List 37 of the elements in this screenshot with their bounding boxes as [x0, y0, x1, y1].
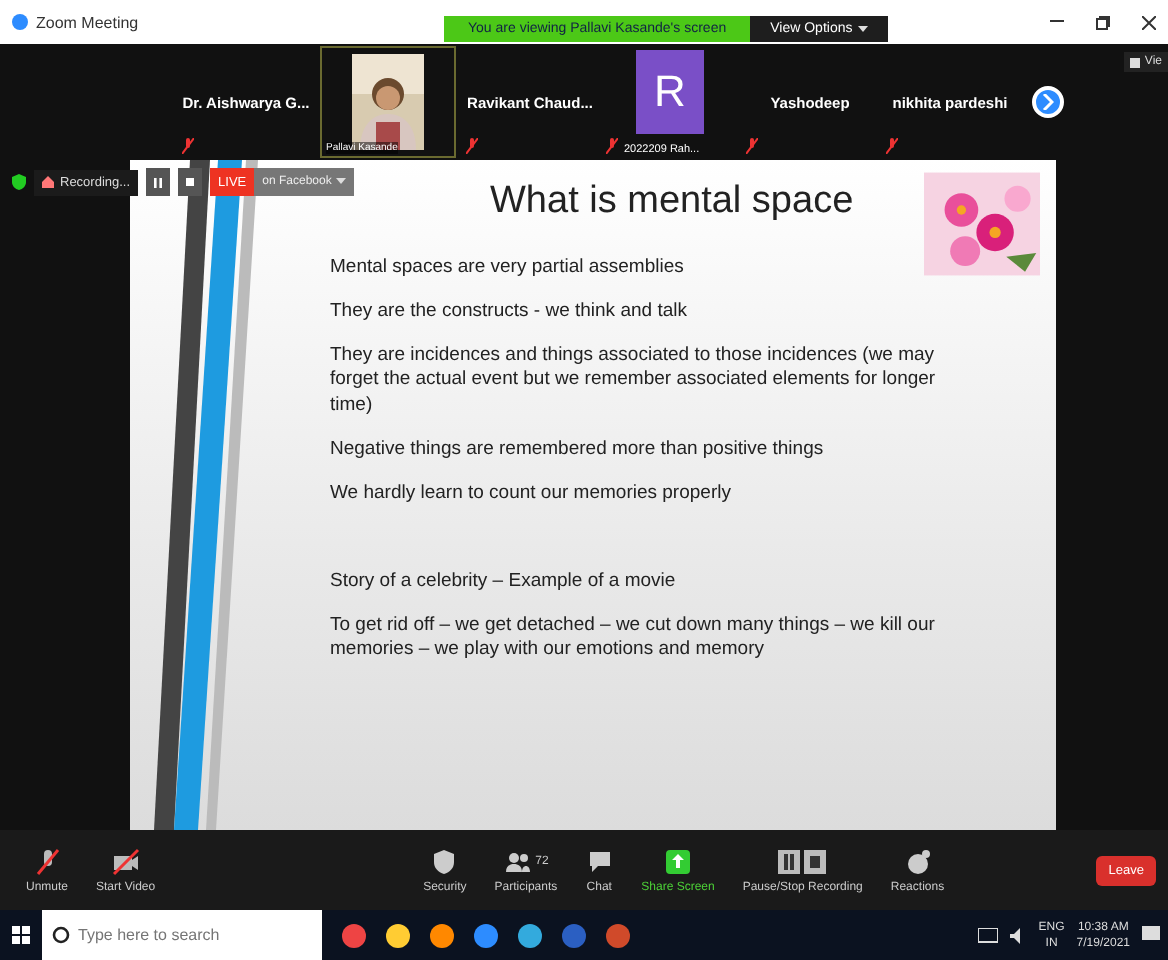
- zoom-logo-icon: [12, 14, 28, 30]
- video-off-icon: [111, 847, 140, 875]
- shield-icon: [12, 174, 26, 190]
- slide-text: Story of a celebrity – Example of a movie: [330, 569, 678, 595]
- windows-logo-icon[interactable]: [12, 926, 30, 944]
- slide-text: Negative things are remembered more than positive things: [330, 438, 826, 464]
- stop-icon: [186, 178, 195, 186]
- close-icon[interactable]: [1142, 15, 1156, 29]
- stop-button[interactable]: [178, 168, 203, 196]
- minimize-icon[interactable]: [1050, 20, 1064, 24]
- chat-icon: [585, 847, 614, 875]
- slide-text: They are the constructs - we think and talk: [330, 299, 689, 326]
- chevron-right-icon: [1042, 94, 1054, 110]
- grid-icon: [1130, 57, 1141, 67]
- caret-icon: [858, 25, 869, 33]
- restore-icon[interactable]: [1096, 15, 1110, 29]
- taskbar-app-icon[interactable]: [386, 923, 410, 947]
- taskbar-app-icon[interactable]: [518, 923, 542, 947]
- caret-icon: [335, 178, 346, 186]
- taskbar-app-icon[interactable]: [430, 923, 454, 947]
- slide-text: Mental spaces are very partial assemblies: [330, 256, 686, 282]
- pause-icon: [154, 177, 163, 187]
- shield-icon: [430, 847, 459, 875]
- taskbar-app-icon[interactable]: [474, 923, 498, 947]
- people-icon: [503, 847, 532, 875]
- search-field[interactable]: Type here to search: [42, 910, 322, 960]
- window-title: Zoom Meeting: [36, 13, 139, 31]
- slide-title: What is mental space: [490, 180, 856, 224]
- slide-text: They are incidences and things associated to those incidences (we may forget the actual event but we remember associated elements for longer time): [330, 343, 938, 421]
- pause-stop-icon: [778, 847, 827, 875]
- share-screen-icon: [663, 847, 692, 875]
- slide-text: To get rid off – we get detached – we cut down many things – we kill our memories – we play with our emotions and memory: [330, 613, 937, 665]
- next-page-button[interactable]: [1032, 86, 1064, 118]
- avatar: R: [636, 50, 704, 134]
- pause-button[interactable]: [146, 168, 171, 196]
- slide-text: We hardly learn to count our memories properly: [330, 481, 733, 508]
- muted-mic-icon: [33, 847, 61, 875]
